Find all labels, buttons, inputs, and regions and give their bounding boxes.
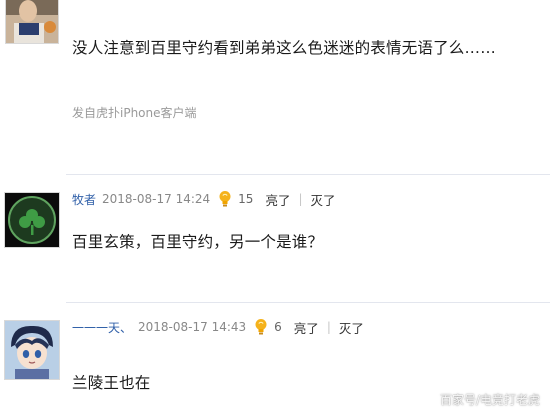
- light-bulb-icon[interactable]: [218, 190, 232, 208]
- comment-meta: 一一一天、 2018-08-17 14:43 6 亮了 | 灭了: [72, 317, 364, 337]
- avatar-basketball-player: [6, 0, 58, 43]
- avatar[interactable]: [5, 0, 59, 44]
- avatar-anime-character: [5, 321, 59, 379]
- comment-body: 没人注意到百里守约看到弟弟这么色迷迷的表情无语了么……: [72, 39, 496, 57]
- avatar[interactable]: [4, 320, 60, 380]
- comment-body: 兰陵王也在: [72, 374, 151, 392]
- dark-button[interactable]: 灭了: [339, 318, 364, 337]
- avatar[interactable]: [4, 192, 60, 248]
- comment-username[interactable]: 牧者: [72, 191, 96, 208]
- comment-separator: [66, 302, 550, 303]
- comment-username[interactable]: 一一一天、: [72, 319, 132, 336]
- comment-time: 2018-08-17 14:24: [102, 192, 211, 206]
- light-button[interactable]: 亮了: [265, 190, 290, 209]
- dark-button[interactable]: 灭了: [311, 190, 336, 209]
- like-count: 6: [274, 320, 282, 334]
- like-count: 15: [238, 192, 254, 206]
- comment-time: 2018-08-17 14:43: [138, 320, 247, 334]
- comment-source: 发自虎扑iPhone客户端: [72, 106, 197, 120]
- watermark: 百家号/电竞打老虎: [439, 393, 540, 407]
- light-bulb-icon[interactable]: [254, 318, 268, 336]
- comment-meta: 牧者 2018-08-17 14:24 15 亮了 | 灭了: [72, 189, 336, 209]
- action-divider: |: [326, 320, 331, 334]
- comment-body: 百里玄策，百里守约，另一个是谁？: [72, 233, 324, 251]
- light-button[interactable]: 亮了: [294, 318, 319, 337]
- comment-separator: [66, 174, 550, 175]
- action-divider: |: [298, 192, 303, 206]
- avatar-celtics-logo: [5, 193, 59, 247]
